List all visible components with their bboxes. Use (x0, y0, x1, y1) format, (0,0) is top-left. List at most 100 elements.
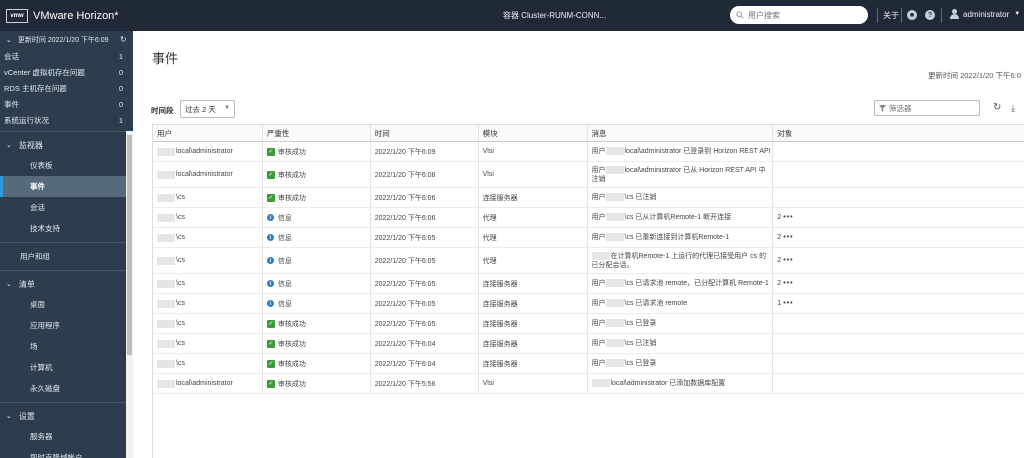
section-monitor[interactable]: ⌄ 监视器 (0, 135, 133, 155)
filter-box[interactable] (874, 100, 980, 116)
cell-time: 2022/1/20 下午6:05 (371, 248, 479, 273)
column-header-time[interactable]: 时间 (371, 125, 479, 141)
info-icon: i (266, 257, 274, 264)
user-text: \cs (176, 320, 185, 327)
redacted-block (157, 256, 175, 265)
table-row[interactable]: \cs i 信息 2022/1/20 下午6:05 代理 用户 \cs 已重新连接到计算机R… (153, 228, 1024, 248)
table-row[interactable]: local\administrator ✓ 审核成功 2022/1/20 下午5:56… (153, 374, 1024, 394)
sidebar-item-desktops[interactable]: 桌面 (0, 294, 126, 315)
scrollbar-thumb[interactable] (127, 135, 132, 355)
redacted-block (605, 193, 624, 202)
user-search[interactable] (730, 6, 868, 24)
filter-input[interactable] (889, 103, 974, 113)
summary-vcenter[interactable]: vCenter 虚拟机存在问题 0 (0, 64, 133, 80)
column-header-severity[interactable]: 严重性 (263, 125, 371, 141)
cell-severity: i 信息 (263, 228, 371, 247)
message-text: local\administrator 已添加数据库配置 (610, 380, 726, 387)
table-row[interactable]: \cs ✓ 审核成功 2022/1/20 下午6:05 连接服务器 用户 \cs 已登录 (153, 314, 1024, 334)
info-icon: i (266, 234, 274, 241)
info-icon: i (266, 214, 274, 221)
refresh-icon[interactable]: ↻ (993, 102, 1001, 113)
object-count: 2 (777, 257, 782, 264)
severity-text: 审核成功 (277, 380, 306, 388)
cell-time: 2022/1/20 下午6:05 (371, 274, 479, 293)
success-icon: ✓ (266, 359, 275, 368)
cell-message: 用户 local\administrator 已登录到 Horizon REST … (588, 142, 774, 161)
cell-severity: ✓ 审核成功 (263, 142, 371, 161)
summary-sessions[interactable]: 会话 1 (0, 48, 133, 64)
object-count: 1 (777, 300, 782, 307)
message-text: \cs 已请求池 remote，已分配计算机 Remote-1 (624, 280, 769, 287)
message-prefix: 用户 (591, 194, 606, 201)
column-header-user[interactable]: 用户 (153, 125, 263, 141)
table-row[interactable]: local\administrator ✓ 审核成功 2022/1/20 下午6:08… (153, 162, 1024, 188)
success-icon: ✓ (266, 319, 275, 328)
sidebar-item-machines[interactable]: 计算机 (0, 357, 126, 378)
sidebar-item-dashboard[interactable]: 仪表板 (0, 155, 126, 176)
user-menu[interactable]: administrator ▼ (950, 9, 1020, 19)
summary-rds[interactable]: RDS 主机存在问题 0 (0, 80, 133, 96)
sidebar-item-servers[interactable]: 服务器 (0, 426, 126, 447)
cell-object: 1 ••• (773, 294, 1024, 313)
more-icon[interactable]: ••• (783, 257, 793, 264)
sidebar-item-applications[interactable]: 应用程序 (0, 315, 126, 336)
column-header-object[interactable]: 对象 (773, 125, 1024, 141)
table-row[interactable]: \cs i 信息 2022/1/20 下午6:06 代理 用户 \cs 已从计算机Remot… (153, 208, 1024, 228)
summary-health[interactable]: 系统运行状况 1 (0, 112, 133, 128)
cell-module: 连接服务器 (479, 314, 588, 333)
table-row[interactable]: \cs ✓ 审核成功 2022/1/20 下午6:04 连接服务器 用户 \cs 已登录 (153, 354, 1024, 374)
about-link[interactable]: 关于 (883, 10, 899, 21)
download-icon[interactable]: ⤓ (1011, 103, 1015, 114)
column-header-message[interactable]: 消息 (588, 125, 774, 141)
table-row[interactable]: local\administrator ✓ 审核成功 2022/1/20 下午6:09… (153, 142, 1024, 162)
table-row[interactable]: \cs i 信息 2022/1/20 下午6:05 连接服务器 用户 \cs 已请求池 re… (153, 294, 1024, 314)
sidebar-item-instant-clone-accounts[interactable]: 即时克隆域帐户 (0, 447, 126, 458)
cell-message: 用户 \cs 已请求池 remote，已分配计算机 Remote-1 (588, 274, 774, 293)
cell-time: 2022/1/20 下午6:04 (371, 354, 479, 373)
cell-user: \cs (153, 354, 263, 373)
summary-events[interactable]: 事件 0 (0, 96, 133, 112)
user-search-input[interactable] (748, 10, 858, 20)
cell-user: \cs (153, 314, 263, 333)
column-header-module[interactable]: 模块 (479, 125, 588, 141)
table-row[interactable]: \cs ✓ 审核成功 2022/1/20 下午6:06 连接服务器 用户 \cs 已注销 (153, 188, 1024, 208)
message-text: \cs 已请求池 remote (624, 300, 688, 307)
refresh-icon[interactable]: ↻ (120, 35, 127, 44)
chevron-down-icon: ⌄ (6, 36, 12, 44)
cell-message: 用户 \cs 已从计算机Remote-1 断开连接 (588, 208, 774, 227)
sidebar-item-users-groups[interactable]: 用户和组 (0, 246, 133, 267)
help-icon[interactable]: ? (925, 10, 935, 20)
redacted-block (605, 233, 624, 242)
message-prefix: 用户 (591, 148, 606, 155)
table-row[interactable]: \cs i 信息 2022/1/20 下午6:05 连接服务器 用户 \cs 已请求池 re… (153, 274, 1024, 294)
sidebar-item-events[interactable]: 事件 (0, 176, 126, 197)
section-inventory[interactable]: ⌄ 清单 (0, 274, 133, 294)
success-icon: ✓ (266, 170, 275, 179)
notification-icon[interactable]: ■ (907, 10, 917, 20)
user-text: local\administrator (176, 380, 233, 387)
redacted-block (157, 233, 175, 242)
cell-time: 2022/1/20 下午6:04 (371, 334, 479, 353)
object-count: 2 (777, 214, 782, 221)
severity-text: 信息 (277, 300, 292, 308)
sidebar-scrollbar[interactable] (126, 131, 133, 458)
sidebar: ⌄ 更新时间 2022/1/20 下午6:09 ↻ 会话 1 vCenter 虚… (0, 31, 133, 458)
brand[interactable]: vmw VMware Horizon* (6, 8, 119, 23)
redacted-block (157, 170, 175, 179)
sidebar-item-persistent-disks[interactable]: 永久磁盘 (0, 378, 126, 399)
sidebar-item-farms[interactable]: 场 (0, 336, 126, 357)
sidebar-item-support[interactable]: 技术支持 (0, 218, 126, 239)
sidebar-divider (0, 242, 133, 243)
more-icon[interactable]: ••• (783, 300, 793, 307)
table-row[interactable]: \cs ✓ 审核成功 2022/1/20 下午6:04 连接服务器 用户 \cs 已注销 (153, 334, 1024, 354)
table-row[interactable]: \cs i 信息 2022/1/20 下午6:05 代理 在计算机Remote-1 上运行… (153, 248, 1024, 274)
redacted-block (605, 299, 624, 308)
more-icon[interactable]: ••• (783, 280, 793, 287)
period-select[interactable]: 过去 2 天 ▼ (180, 100, 235, 118)
summary-header[interactable]: ⌄ 更新时间 2022/1/20 下午6:09 ↻ (0, 31, 133, 48)
section-settings[interactable]: ⌄ 设置 (0, 406, 133, 426)
more-icon[interactable]: ••• (783, 234, 793, 241)
sidebar-item-sessions[interactable]: 会话 (0, 197, 126, 218)
redacted-block (591, 251, 610, 260)
more-icon[interactable]: ••• (783, 214, 793, 221)
